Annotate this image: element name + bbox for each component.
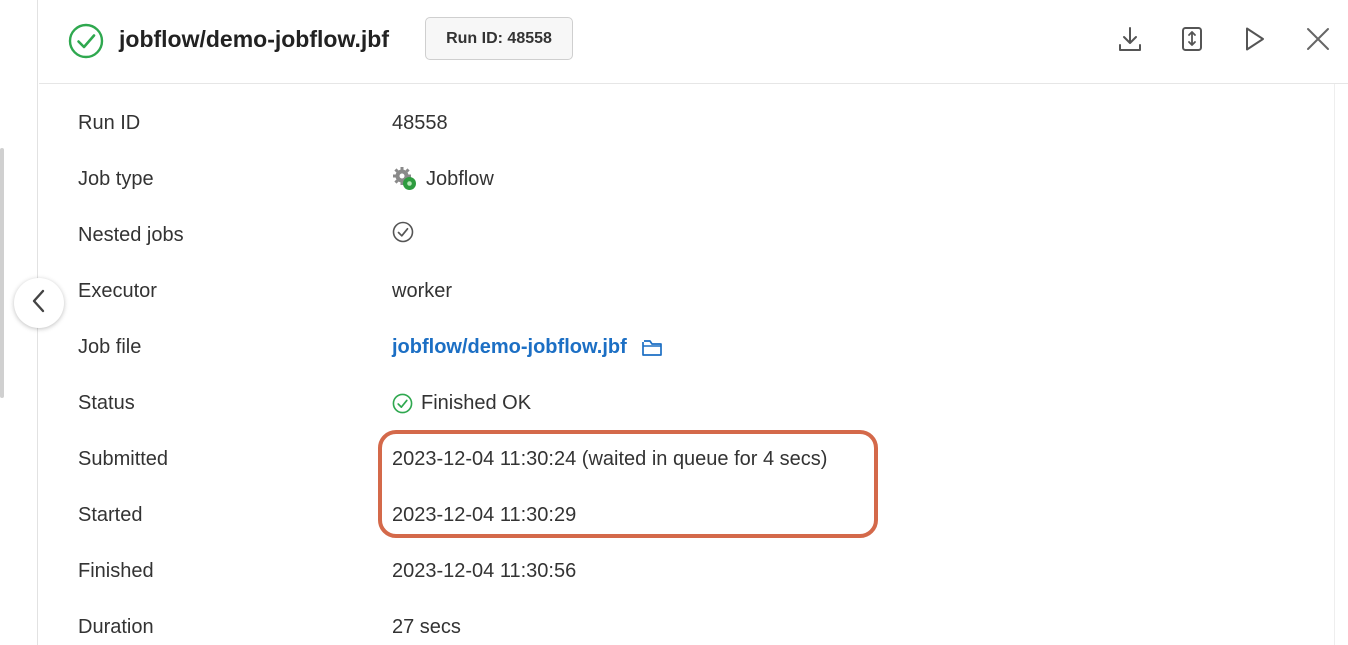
detail-label: Started bbox=[78, 503, 143, 526]
finished-value: 2023-12-04 11:30:56 bbox=[392, 559, 577, 582]
download-button[interactable] bbox=[1113, 25, 1147, 57]
close-button[interactable] bbox=[1301, 25, 1335, 57]
collapse-panel-button[interactable] bbox=[14, 278, 64, 328]
success-status-icon bbox=[68, 23, 104, 59]
status-value: Finished OK bbox=[392, 392, 531, 415]
job-type-value: Jobflow bbox=[392, 166, 494, 192]
job-file-value: jobflow/demo-jobflow.jbf bbox=[392, 336, 663, 359]
left-scrollbar[interactable] bbox=[0, 148, 4, 398]
job-type-text: Jobflow bbox=[426, 167, 494, 190]
job-file-link[interactable]: jobflow/demo-jobflow.jbf bbox=[392, 336, 627, 359]
detail-label: Nested jobs bbox=[78, 223, 184, 246]
detail-row-submitted: Submitted 2023-12-04 11:30:24 (waited in… bbox=[39, 444, 1239, 474]
submitted-value: 2023-12-04 11:30:24 (waited in queue for… bbox=[392, 447, 828, 470]
check-circle-icon bbox=[392, 393, 413, 414]
right-scrollbar[interactable] bbox=[1334, 84, 1348, 645]
run-detail-panel: jobflow/demo-jobflow.jbf Run ID: 48558 R bbox=[39, 0, 1348, 645]
detail-label: Job type bbox=[78, 167, 154, 190]
play-icon bbox=[1241, 25, 1267, 58]
detail-label: Submitted bbox=[78, 447, 169, 470]
run-id-badge: Run ID: 48558 bbox=[425, 17, 573, 60]
close-icon bbox=[1304, 25, 1332, 58]
detail-row-job-type: Job type Jobflow bbox=[39, 164, 1239, 194]
duration-value: 27 secs bbox=[392, 615, 461, 638]
detail-row-job-file: Job file jobflow/demo-jobflow.jbf bbox=[39, 332, 1239, 362]
panel-header: jobflow/demo-jobflow.jbf Run ID: 48558 bbox=[39, 0, 1348, 84]
status-text: Finished OK bbox=[421, 391, 532, 414]
run-again-button[interactable] bbox=[1237, 25, 1271, 57]
executor-value: worker bbox=[392, 279, 453, 302]
view-document-button[interactable] bbox=[1175, 25, 1209, 57]
detail-row-started: Started 2023-12-04 11:30:29 bbox=[39, 500, 1239, 530]
detail-label: Run ID bbox=[78, 111, 141, 134]
detail-row-duration: Duration 27 secs bbox=[39, 612, 1239, 642]
detail-row-run-id: Run ID 48558 bbox=[39, 108, 1239, 138]
jobflow-gear-icon bbox=[392, 166, 418, 192]
run-id-value: 48558 bbox=[392, 111, 448, 134]
page-title: jobflow/demo-jobflow.jbf bbox=[119, 26, 389, 52]
document-icon bbox=[1180, 25, 1204, 58]
open-in-new-icon[interactable] bbox=[641, 336, 663, 358]
started-value: 2023-12-04 11:30:29 bbox=[392, 503, 577, 526]
download-icon bbox=[1117, 25, 1143, 58]
detail-label: Status bbox=[78, 391, 135, 414]
detail-label: Finished bbox=[78, 559, 154, 582]
chevron-left-icon bbox=[29, 288, 49, 319]
check-circle-icon bbox=[392, 221, 414, 249]
detail-label: Job file bbox=[78, 335, 142, 358]
detail-row-nested-jobs: Nested jobs bbox=[39, 220, 1239, 250]
detail-row-finished: Finished 2023-12-04 11:30:56 bbox=[39, 556, 1239, 586]
detail-label: Duration bbox=[78, 615, 154, 638]
detail-label: Executor bbox=[78, 279, 157, 302]
detail-row-status: Status Finished OK bbox=[39, 388, 1239, 418]
nested-jobs-value bbox=[392, 221, 414, 249]
detail-row-executor: Executor worker bbox=[39, 276, 1239, 306]
